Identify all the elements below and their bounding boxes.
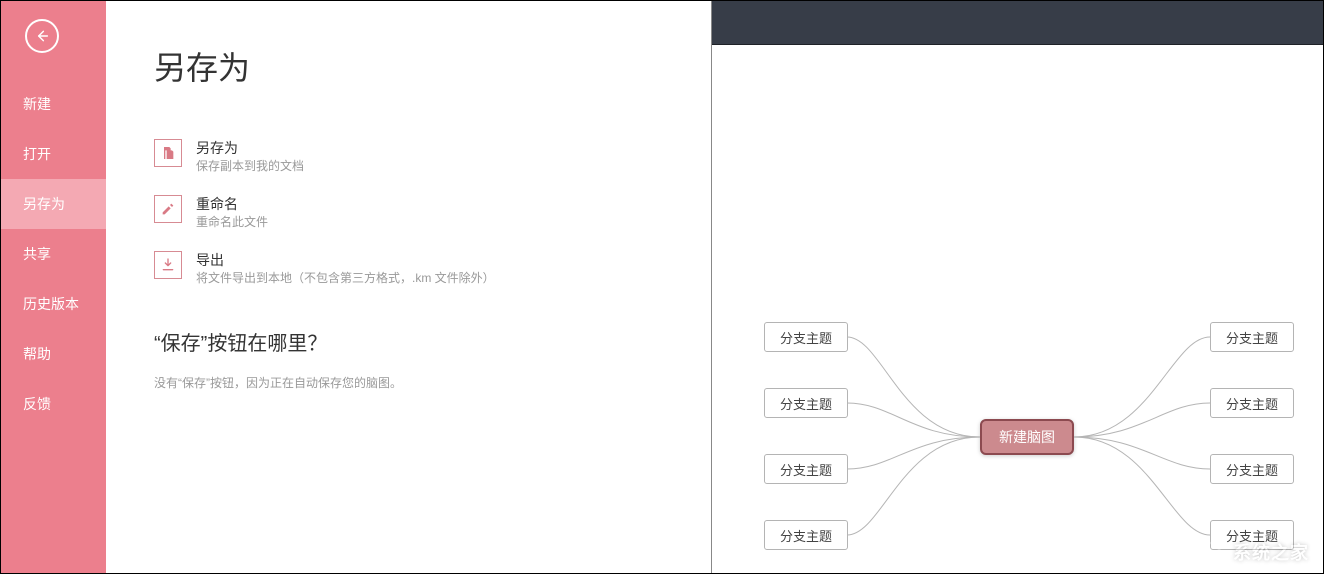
- action-text: 导出 将文件导出到本地（不包含第三方格式，.km 文件除外）: [196, 251, 495, 287]
- action-desc: 重命名此文件: [196, 213, 268, 231]
- branch-label: 分支主题: [780, 394, 832, 413]
- back-arrow-icon: [34, 28, 50, 44]
- section-title: “保存”按钮在哪里？: [154, 327, 671, 356]
- action-save-as[interactable]: 另存为 保存副本到我的文档: [154, 139, 671, 175]
- sidebar-label: 帮助: [23, 344, 51, 364]
- action-desc: 保存副本到我的文档: [196, 157, 304, 175]
- sidebar-label: 另存为: [23, 194, 65, 214]
- sidebar-item-save-as[interactable]: 另存为: [1, 179, 106, 229]
- left-panel: 新建 打开 另存为 共享 历史版本 帮助 反馈 另存为 另存为 保存副本到我的文…: [1, 1, 711, 573]
- sidebar-label: 反馈: [23, 394, 51, 414]
- sidebar-item-new[interactable]: 新建: [1, 79, 106, 129]
- sidebar-label: 打开: [23, 144, 51, 164]
- sidebar-item-feedback[interactable]: 反馈: [1, 379, 106, 429]
- sidebar-item-history[interactable]: 历史版本: [1, 279, 106, 329]
- back-button[interactable]: [25, 19, 59, 53]
- action-rename[interactable]: 重命名 重命名此文件: [154, 195, 671, 231]
- sidebar-item-open[interactable]: 打开: [1, 129, 106, 179]
- branch-node-left[interactable]: 分支主题: [764, 454, 848, 484]
- central-node[interactable]: 新建脑图: [980, 419, 1074, 455]
- branch-node-right[interactable]: 分支主题: [1210, 454, 1294, 484]
- watermark-text: 系统之家: [1233, 539, 1309, 565]
- branch-node-left[interactable]: 分支主题: [764, 322, 848, 352]
- branch-label: 分支主题: [1226, 394, 1278, 413]
- sidebar-item-share[interactable]: 共享: [1, 229, 106, 279]
- right-panel: 新建脑图 分支主题 分支主题 分支主题 分支主题 分支主题 分支主题 分支主题 …: [711, 1, 1323, 573]
- action-title: 导出: [196, 251, 495, 269]
- action-text: 重命名 重命名此文件: [196, 195, 268, 231]
- branch-label: 分支主题: [1226, 328, 1278, 347]
- page-title: 另存为: [154, 43, 671, 89]
- files-icon: [154, 139, 182, 167]
- branch-node-right[interactable]: 分支主题: [1210, 388, 1294, 418]
- branch-label: 分支主题: [1226, 460, 1278, 479]
- top-bar: [712, 1, 1323, 45]
- sidebar: 新建 打开 另存为 共享 历史版本 帮助 反馈: [1, 1, 106, 573]
- branch-node-right[interactable]: 分支主题: [1210, 322, 1294, 352]
- section-desc: 没有“保存”按钮，因为正在自动保存您的脑图。: [154, 374, 671, 391]
- sidebar-label: 新建: [23, 94, 51, 114]
- action-desc: 将文件导出到本地（不包含第三方格式，.km 文件除外）: [196, 269, 495, 287]
- branch-label: 分支主题: [780, 328, 832, 347]
- mindmap-canvas[interactable]: 新建脑图 分支主题 分支主题 分支主题 分支主题 分支主题 分支主题 分支主题 …: [712, 45, 1323, 573]
- branch-label: 分支主题: [780, 460, 832, 479]
- action-title: 另存为: [196, 139, 304, 157]
- download-icon: [154, 251, 182, 279]
- sidebar-label: 历史版本: [23, 294, 79, 314]
- branch-node-left[interactable]: 分支主题: [764, 520, 848, 550]
- watermark-logo-icon: [1193, 537, 1227, 567]
- edit-icon: [154, 195, 182, 223]
- action-title: 重命名: [196, 195, 268, 213]
- sidebar-label: 共享: [23, 244, 51, 264]
- sidebar-item-help[interactable]: 帮助: [1, 329, 106, 379]
- action-text: 另存为 保存副本到我的文档: [196, 139, 304, 175]
- central-node-label: 新建脑图: [999, 427, 1055, 447]
- connectors: [712, 45, 1323, 573]
- watermark: 系统之家: [1193, 537, 1309, 567]
- content-area: 另存为 另存为 保存副本到我的文档 重命名 重命名此文件: [106, 1, 711, 573]
- branch-label: 分支主题: [780, 526, 832, 545]
- action-export[interactable]: 导出 将文件导出到本地（不包含第三方格式，.km 文件除外）: [154, 251, 671, 287]
- branch-node-left[interactable]: 分支主题: [764, 388, 848, 418]
